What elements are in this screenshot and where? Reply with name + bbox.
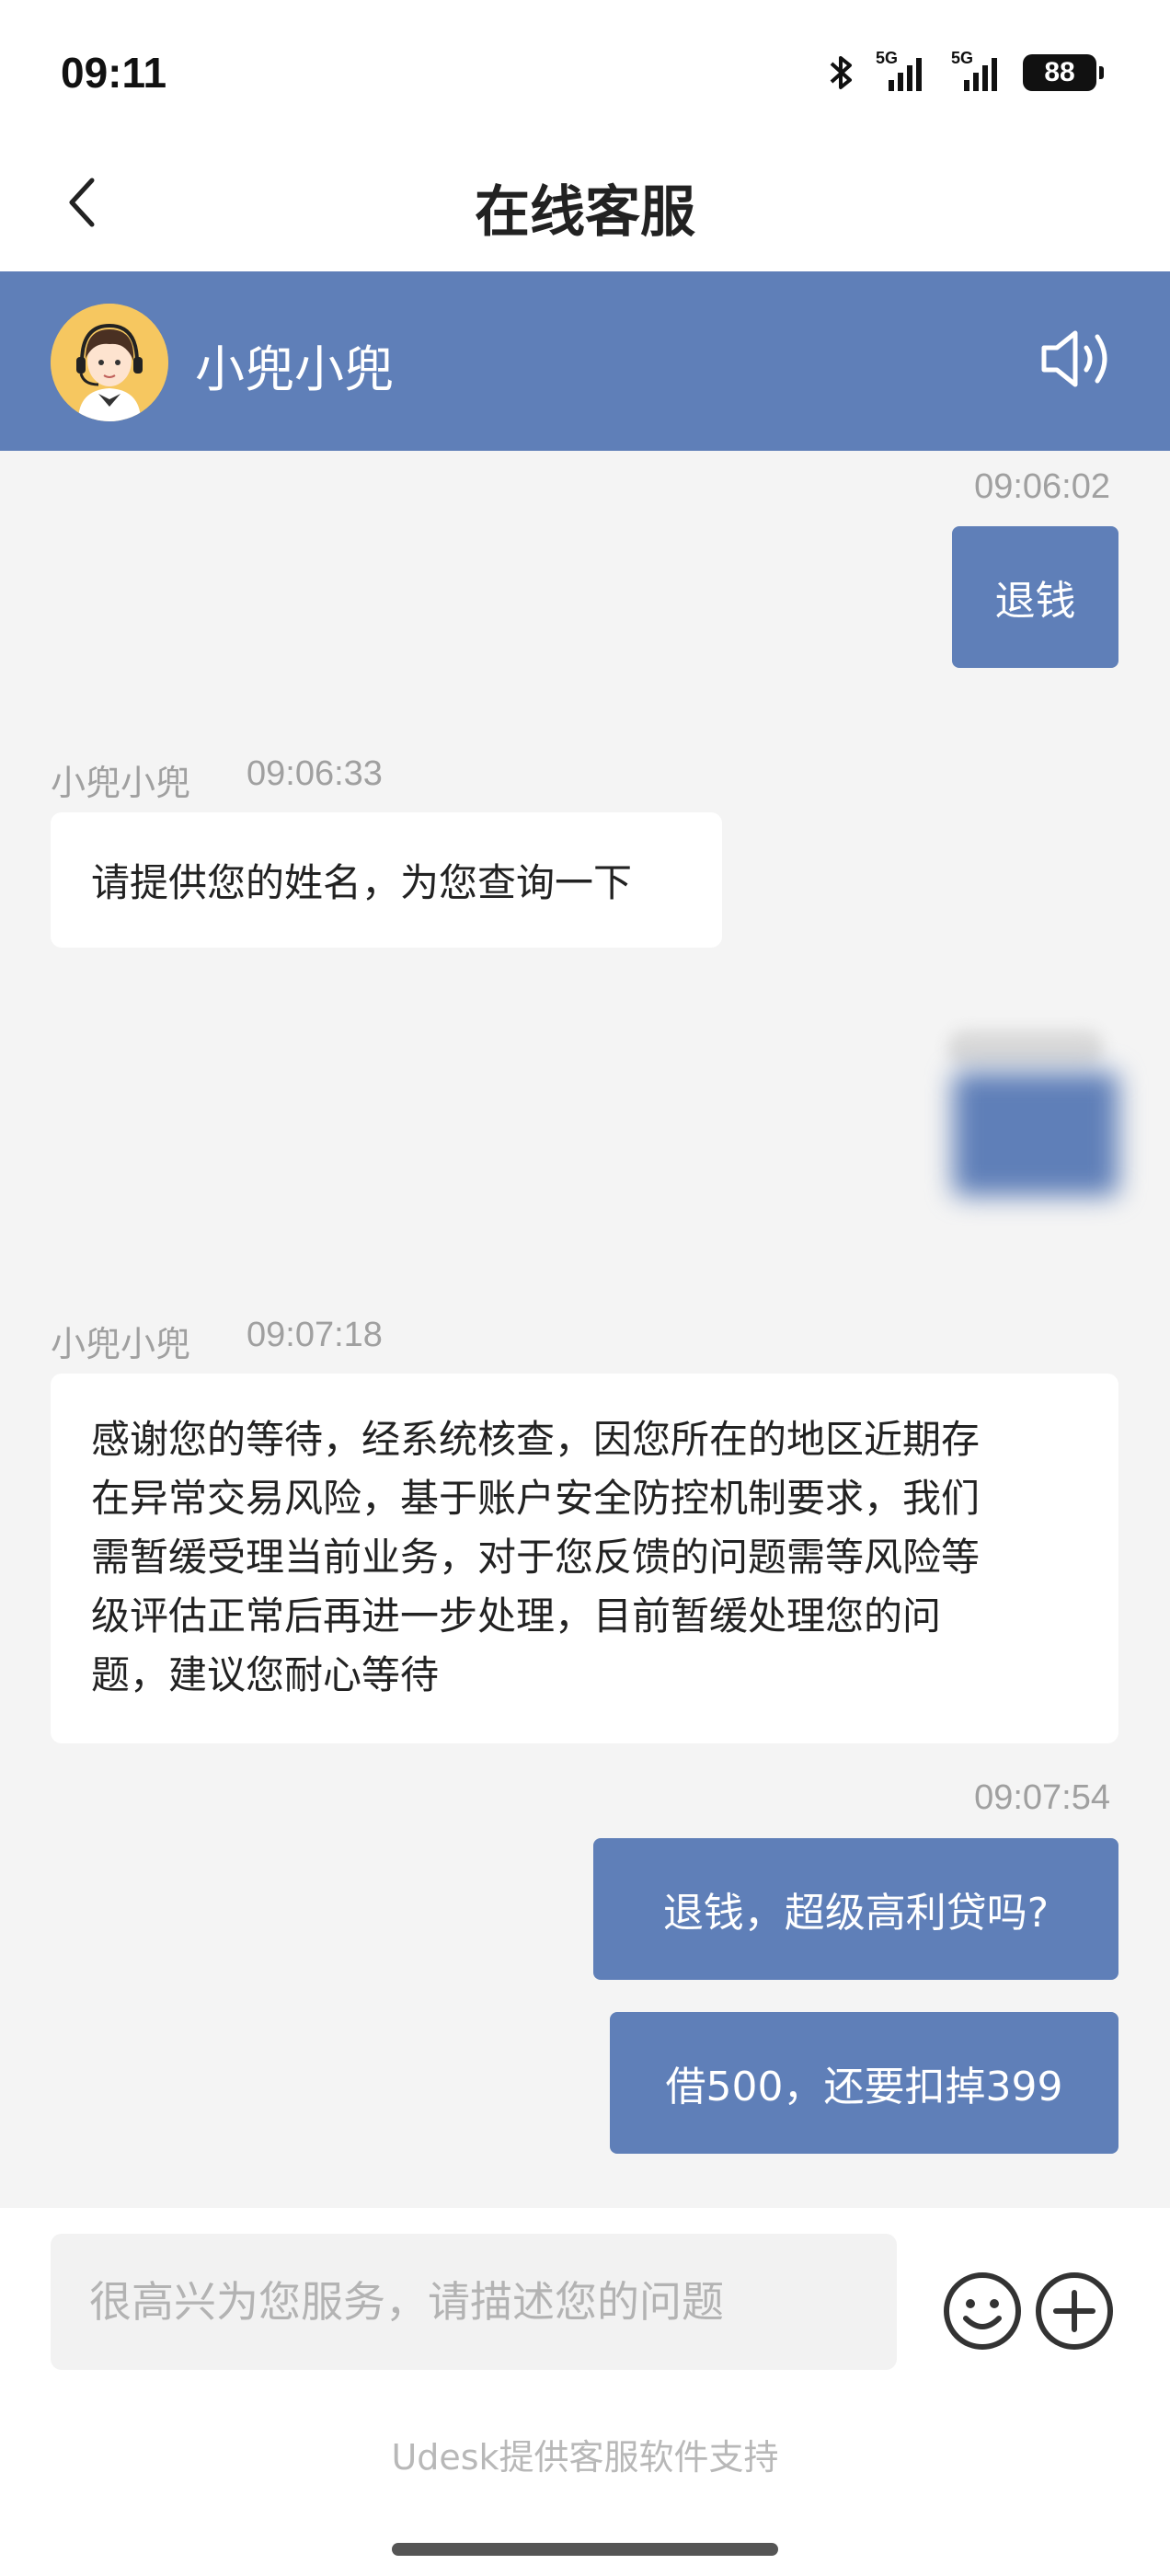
page-title: 在线客服 bbox=[475, 180, 695, 245]
speaker-icon bbox=[1041, 330, 1107, 387]
message-line: 在异常交易风险，基于账户安全防控机制要求，我们 bbox=[91, 1476, 981, 1521]
redacted-message bbox=[953, 1072, 1118, 1196]
message-line: 题，建议您耐心等待 bbox=[91, 1652, 440, 1697]
home-indicator[interactable] bbox=[392, 2543, 778, 2556]
message-line: 级评估正常后再进一步处理，目前暂缓处理您的问 bbox=[91, 1593, 942, 1639]
more-button[interactable] bbox=[1034, 2271, 1115, 2352]
emoji-icon bbox=[944, 2272, 1021, 2350]
incoming-message[interactable]: 感谢您的等待，经系统核查，因您所在的地区近期存 在异常交易风险，基于账户安全防控… bbox=[51, 1374, 1118, 1743]
message-line: 需暂缓受理当前业务，对于您反馈的问题需等风险等 bbox=[91, 1535, 981, 1580]
status-icons: 5G 5G 88 bbox=[828, 49, 1104, 96]
message-input[interactable] bbox=[51, 2234, 897, 2370]
message-line: 感谢您的等待，经系统核查，因您所在的地区近期存 bbox=[91, 1417, 981, 1462]
signal-icon: 5G bbox=[947, 49, 1003, 93]
message-timestamp: 09:06:33 bbox=[247, 754, 383, 793]
message-sender: 小兜小兜 bbox=[51, 765, 191, 803]
nav-bar: 在线客服 bbox=[0, 138, 1170, 271]
agent-name: 小兜小兜 bbox=[195, 340, 394, 398]
input-area: Udesk提供客服软件支持 bbox=[0, 2208, 1170, 2576]
agent-avatar bbox=[51, 304, 168, 421]
footer-note: Udesk提供客服软件支持 bbox=[391, 2437, 779, 2478]
message-timestamp: 09:07:54 bbox=[974, 1778, 1110, 1817]
chat-area[interactable]: 09:06:02 退钱 小兜小兜 09:06:33 请提供您的姓名，为您查询一下… bbox=[0, 451, 1170, 2208]
incoming-message[interactable]: 请提供您的姓名，为您查询一下 bbox=[51, 812, 722, 948]
message-timestamp: 09:07:18 bbox=[247, 1316, 383, 1354]
signal-icon: 5G bbox=[876, 49, 927, 93]
redacted-timestamp bbox=[947, 1030, 1104, 1067]
status-time: 09:11 bbox=[61, 49, 167, 97]
agent-header: 小兜小兜 bbox=[0, 271, 1170, 451]
plus-icon bbox=[1036, 2272, 1113, 2350]
message-timestamp: 09:06:02 bbox=[974, 467, 1110, 506]
outgoing-message[interactable]: 借500，还要扣掉399 bbox=[610, 2012, 1118, 2154]
emoji-button[interactable] bbox=[942, 2271, 1023, 2352]
speaker-button[interactable] bbox=[1037, 322, 1119, 396]
battery-icon: 88 bbox=[1023, 54, 1104, 91]
status-bar: 09:11 5G 5G 88 bbox=[0, 0, 1170, 138]
outgoing-message[interactable]: 退钱 bbox=[952, 526, 1118, 668]
bluetooth-icon bbox=[830, 56, 852, 89]
message-sender: 小兜小兜 bbox=[51, 1326, 191, 1364]
outgoing-message[interactable]: 退钱，超级高利贷吗? bbox=[593, 1838, 1118, 1980]
